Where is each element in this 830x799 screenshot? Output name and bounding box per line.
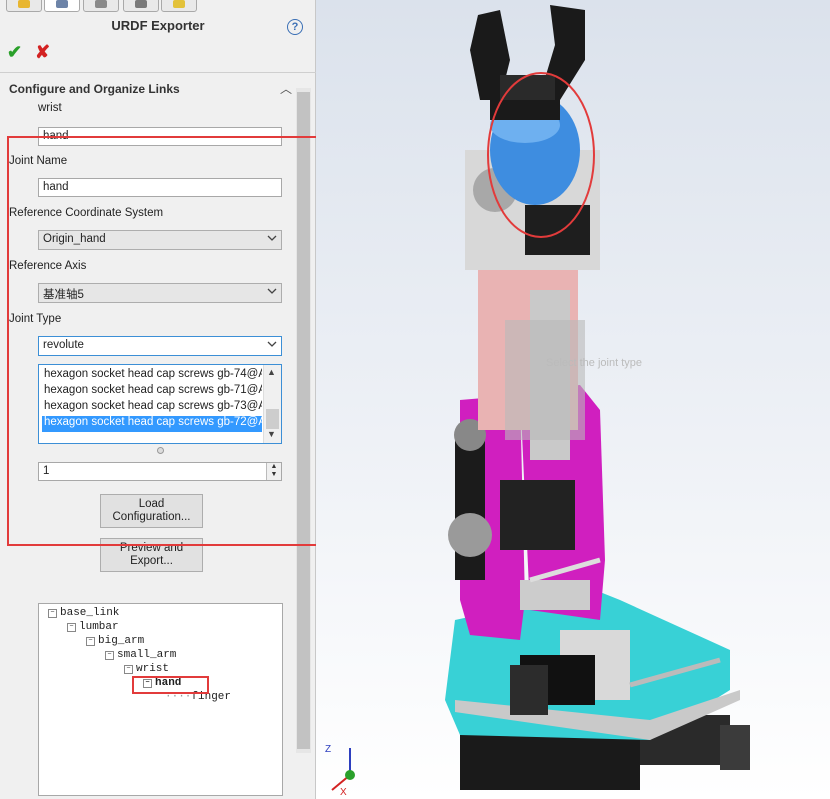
display-manager-tab[interactable]	[161, 0, 197, 12]
robot-arm-model: Z X	[325, 5, 750, 798]
annotation-rectangle	[7, 136, 345, 546]
property-manager-panel: URDF Exporter ? ✔ ✘ Configure and Organi…	[0, 0, 345, 799]
panel-tabs	[0, 0, 316, 12]
annotation-rectangle-tree	[132, 676, 209, 694]
collapse-icon[interactable]: −	[48, 609, 57, 618]
cancel-x-icon[interactable]: ✘	[35, 42, 50, 63]
tree-node-base-link[interactable]: − base_link	[48, 607, 119, 619]
collapse-icon[interactable]: −	[124, 665, 133, 674]
graphics-viewport[interactable]: Z X Select the joint type	[316, 0, 830, 799]
property-manager-tab[interactable]	[44, 0, 80, 12]
link-tree[interactable]: − base_link − lumbar − big_arm − small_arm −…	[38, 603, 283, 796]
collapse-chevron-icon[interactable]: ︿	[280, 80, 292, 97]
configuration-manager-tab[interactable]	[83, 0, 119, 12]
feature-manager-tab[interactable]	[6, 0, 42, 12]
tree-node-wrist[interactable]: − wrist	[124, 663, 169, 675]
tree-node-lumbar[interactable]: − lumbar	[67, 621, 119, 633]
divider	[0, 72, 316, 73]
joint-type-tooltip: Select the joint type	[546, 357, 643, 369]
collapse-icon[interactable]: −	[67, 623, 76, 632]
group-title: Configure and Organize Links	[9, 82, 180, 96]
link-name-label: wrist	[38, 102, 62, 114]
dimxpert-tab[interactable]	[123, 0, 159, 12]
svg-text:X: X	[340, 787, 347, 798]
tree-node-small-arm[interactable]: − small_arm	[105, 649, 176, 661]
help-icon[interactable]: ?	[287, 19, 303, 35]
ok-check-icon[interactable]: ✔	[7, 42, 22, 63]
svg-text:Z: Z	[325, 744, 331, 755]
panel-title: URDF Exporter	[111, 18, 205, 33]
tree-node-big-arm[interactable]: − big_arm	[86, 635, 144, 647]
collapse-icon[interactable]: −	[86, 637, 95, 646]
collapse-icon[interactable]: −	[105, 651, 114, 660]
